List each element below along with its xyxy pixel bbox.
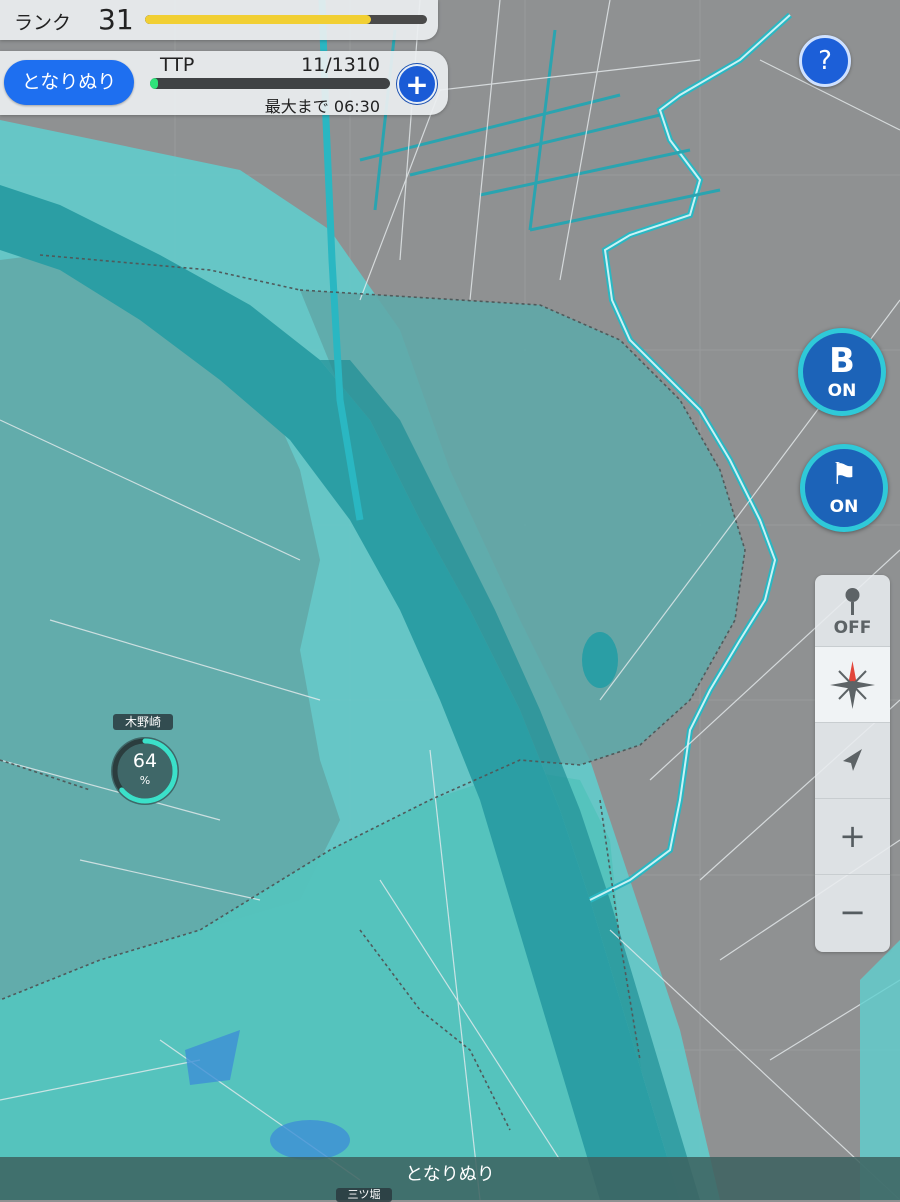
flag-pin-icon: ⚑ [830, 457, 858, 492]
place-percent-unit: % [139, 774, 151, 787]
place-name-label: 木野崎 [113, 714, 173, 730]
map-layer [0, 0, 900, 1200]
rank-label: ランク [14, 12, 72, 34]
locate-button[interactable] [815, 723, 890, 799]
bottom-mode-title: となりぬり [405, 1164, 495, 1185]
question-icon: ? [818, 46, 832, 76]
plus-icon: + [405, 68, 429, 101]
bottom-mode-bar: となりぬり [0, 1157, 900, 1200]
zoom-in-button[interactable]: + [815, 799, 890, 875]
navigation-arrow-icon [843, 749, 862, 771]
tonarinuri-mode-button[interactable]: となりぬり [4, 60, 134, 105]
flag-toggle-state: ON [829, 497, 859, 517]
map-control-stack: OFF + − [815, 575, 890, 952]
help-button[interactable]: ? [799, 35, 851, 87]
ttp-panel: となりぬり TTP 11/1310 最大まで 06:30 + [0, 51, 448, 116]
zoom-in-icon: + [839, 817, 866, 855]
ttp-progress-fill [150, 78, 158, 89]
ttp-label: TTP [160, 54, 195, 76]
rank-progress-fill [145, 15, 371, 24]
b-toggle-button[interactable]: B ON [798, 328, 886, 416]
ttp-progress-bar [150, 78, 390, 89]
rank-value: 31 [98, 3, 134, 36]
b-letter-icon: B [829, 341, 855, 381]
zoom-out-button[interactable]: − [815, 875, 890, 952]
compass-button[interactable] [815, 647, 890, 723]
rank-panel: ランク 31 [0, 0, 438, 40]
pin-toggle-button[interactable]: OFF [815, 575, 890, 647]
rank-progress-bar [145, 15, 427, 24]
pin-state-label: OFF [833, 618, 872, 638]
zoom-out-icon: − [839, 893, 866, 931]
place-percent: 64 [132, 750, 158, 772]
b-toggle-state: ON [827, 381, 857, 401]
add-ttp-button[interactable]: + [397, 64, 437, 104]
map-canvas[interactable] [0, 0, 900, 1200]
pin-icon [845, 588, 860, 615]
compass-icon [830, 661, 875, 709]
ttp-timer: 最大まで 06:30 [264, 97, 380, 116]
flag-toggle-button[interactable]: ⚑ ON [800, 444, 888, 532]
ttp-count: 11/1310 [301, 54, 380, 76]
